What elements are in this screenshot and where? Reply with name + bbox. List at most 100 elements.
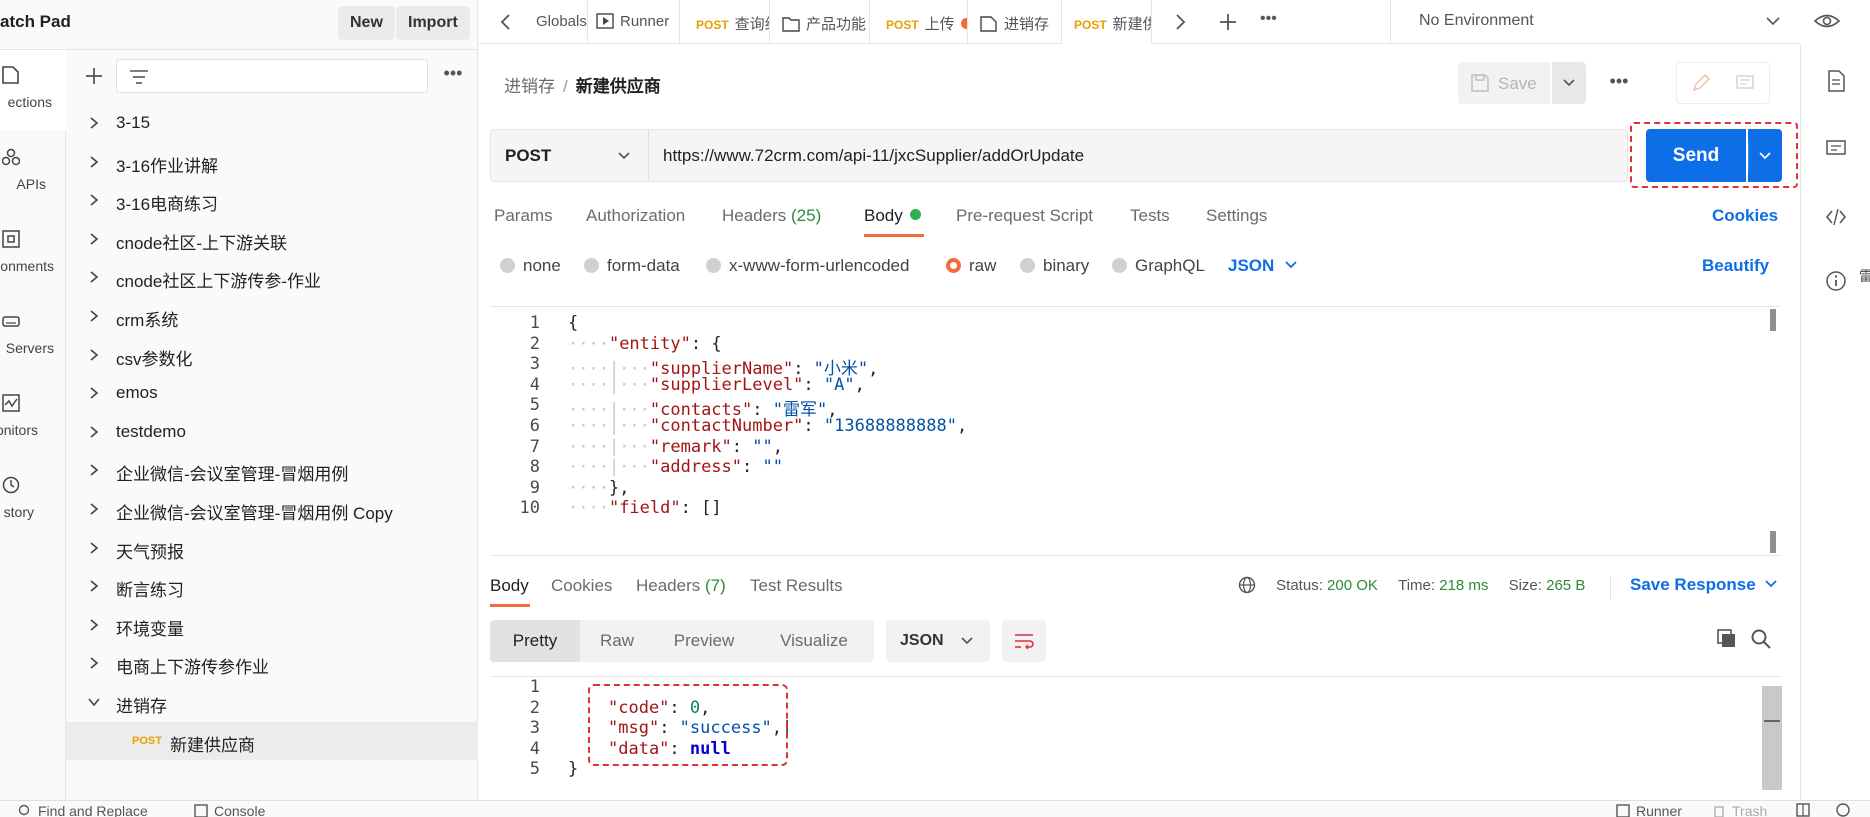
eye-icon[interactable] [1814, 10, 1840, 32]
new-tab-plus-icon[interactable] [1216, 10, 1240, 34]
url-input[interactable]: https://www.72crm.com/api-11/jxcSupplier… [663, 146, 1084, 166]
rail-monitors[interactable]: onitors [0, 378, 66, 458]
tab-headers[interactable]: Headers (25) [722, 206, 821, 226]
send-button[interactable]: Send [1646, 129, 1746, 182]
view-visualize[interactable]: Visualize [754, 620, 874, 662]
help-icon[interactable] [1836, 803, 1850, 817]
rail-environments[interactable]: onments [0, 214, 66, 294]
sidebar-collection-item[interactable]: 3-16作业讲解 [66, 143, 478, 182]
more-icon[interactable]: ••• [438, 64, 468, 86]
view-pretty[interactable]: Pretty [490, 620, 580, 662]
radio-binary[interactable]: binary [1020, 256, 1089, 276]
request-more-icon[interactable]: ••• [1604, 72, 1634, 92]
save-dropdown-button[interactable] [1552, 62, 1586, 104]
response-tab-test-results[interactable]: Test Results [750, 576, 843, 596]
rail-mock-servers[interactable]: Servers [0, 296, 66, 376]
view-preview[interactable]: Preview [654, 620, 754, 662]
cookies-link[interactable]: Cookies [1712, 206, 1778, 226]
sidebar-collection-item[interactable]: testdemo [66, 413, 478, 452]
code-snippet-icon[interactable] [1825, 206, 1847, 228]
rail-apis[interactable]: APIs [0, 132, 66, 212]
radio-graphql[interactable]: GraphQL [1112, 256, 1205, 276]
layout-icon[interactable] [1796, 803, 1810, 817]
sidebar-collection-item[interactable]: 进销存 [66, 683, 478, 722]
new-button[interactable]: New [338, 6, 395, 40]
response-tab-body[interactable]: Body [490, 576, 529, 596]
tab-jxc-collection[interactable]: 进销存 [968, 0, 1062, 44]
radio-form-data[interactable]: form-data [584, 256, 680, 276]
save-button[interactable]: Save [1458, 62, 1550, 104]
code-line: ····|···"address": "" [568, 457, 783, 478]
pencil-icon[interactable] [1691, 73, 1711, 93]
radio-raw[interactable]: raw [946, 256, 996, 276]
tab-post-query[interactable]: POST 查询组 [680, 0, 770, 44]
beautify-link[interactable]: Beautify [1702, 256, 1769, 276]
tabs-more-icon[interactable]: ••• [1260, 11, 1288, 36]
sidebar-collection-item[interactable]: 企业微信-会议室管理-冒烟用例 Copy [66, 490, 478, 529]
runner-button[interactable]: Runner [1616, 803, 1682, 817]
left-icon-rail: ections APIs onments Servers onitors sto… [0, 50, 66, 800]
sidebar-collection-item[interactable]: 环境变量 [66, 606, 478, 645]
editor-scrollbar[interactable] [1768, 307, 1778, 555]
rail-history[interactable]: story [0, 460, 66, 540]
sidebar-request-item[interactable]: POST 新建供应商 [66, 721, 478, 761]
console-button[interactable]: Console [194, 803, 265, 817]
response-tab-cookies[interactable]: Cookies [551, 576, 612, 596]
comments-icon[interactable] [1825, 138, 1847, 160]
import-button[interactable]: Import [396, 6, 470, 40]
plus-icon[interactable] [80, 62, 108, 90]
save-response-button[interactable]: Save Response [1630, 575, 1778, 595]
sidebar-collection-item[interactable]: cnode社区-上下游关联 [66, 220, 478, 259]
workspace-title[interactable]: atch Pad [0, 12, 71, 32]
find-replace-button[interactable]: Find and Replace [18, 803, 148, 817]
tab-body[interactable]: Body [864, 206, 921, 226]
tab-params[interactable]: Params [494, 206, 553, 226]
chevron-right-icon[interactable] [1168, 10, 1192, 34]
method-select[interactable]: POST [491, 130, 649, 181]
radio-urlencoded[interactable]: x-www-form-urlencoded [706, 256, 909, 276]
collection-name: emos [116, 383, 158, 403]
environment-selector[interactable]: No Environment [1390, 0, 1800, 44]
raw-language-select[interactable]: JSON [1228, 256, 1298, 276]
wrap-lines-button[interactable] [1002, 620, 1046, 662]
breadcrumb-current[interactable]: 新建供应商 [576, 77, 661, 96]
tab-prerequest-script[interactable]: Pre-request Script [956, 206, 1093, 226]
copy-icon[interactable] [1716, 628, 1738, 650]
documentation-icon[interactable] [1825, 70, 1847, 92]
sidebar-collection-item[interactable]: 企业微信-会议室管理-冒烟用例 [66, 451, 478, 490]
response-scrollbar[interactable] [1762, 686, 1782, 790]
view-raw[interactable]: Raw [580, 620, 654, 662]
request-body-editor[interactable]: 1 2 3 4 5 6 7 8 9 10 { ····"entity": { ····|···"s… [490, 306, 1780, 556]
chevron-left-icon[interactable] [494, 10, 518, 34]
sidebar-collection-item[interactable]: 天气预报 [66, 529, 478, 568]
tab-tests[interactable]: Tests [1130, 206, 1170, 226]
globe-icon[interactable] [1238, 576, 1258, 594]
breadcrumb-parent[interactable]: 进销存 [504, 77, 555, 96]
info-icon[interactable] [1825, 270, 1847, 292]
tab-product-folder[interactable]: 产品功能 [770, 0, 870, 44]
sidebar-collection-item[interactable]: cnode社区上下游传参-作业 [66, 258, 478, 297]
sidebar-collection-item[interactable]: crm系统 [66, 297, 478, 336]
tab-authorization[interactable]: Authorization [586, 206, 685, 226]
tab-runner[interactable]: Runner [588, 0, 680, 44]
runner-label: Runner [1636, 803, 1682, 817]
sidebar-collection-item[interactable]: 3-15 [66, 104, 478, 143]
tab-settings[interactable]: Settings [1206, 206, 1267, 226]
response-language-select[interactable]: JSON [886, 620, 990, 662]
search-icon[interactable] [1750, 628, 1772, 650]
sidebar-collection-item[interactable]: 断言练习 [66, 567, 478, 606]
sidebar-collection-item[interactable]: csv参数化 [66, 336, 478, 375]
trash-button[interactable]: Trash [1712, 803, 1767, 817]
rail-collections[interactable]: ections [0, 50, 66, 130]
tab-post-new-supplier[interactable]: POST 新建供 [1062, 0, 1152, 44]
sidebar-collection-item[interactable]: 3-16电商练习 [66, 181, 478, 220]
response-tab-headers[interactable]: Headers (7) [636, 576, 726, 596]
sidebar-collection-item[interactable]: 电商上下游传参作业 [66, 644, 478, 683]
tab-post-upload[interactable]: POST 上传 [870, 0, 968, 44]
sidebar-collection-item[interactable]: emos [66, 374, 478, 413]
tab-globals[interactable]: Globals [536, 0, 588, 44]
filter-input[interactable] [116, 59, 428, 93]
send-dropdown-button[interactable] [1748, 129, 1782, 182]
radio-none[interactable]: none [500, 256, 561, 276]
comment-icon[interactable] [1735, 73, 1755, 93]
